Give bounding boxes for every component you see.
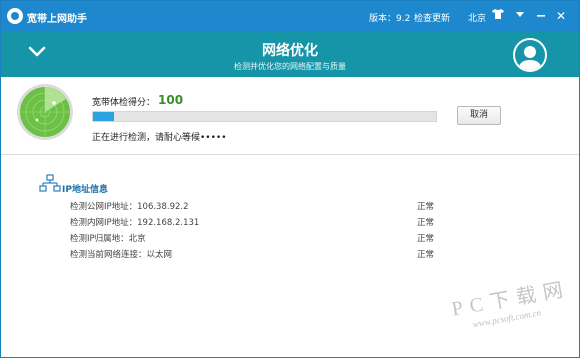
divider <box>1 154 579 155</box>
network-icon <box>39 174 61 192</box>
ip-info-row-label: 检测IP归属地：北京 <box>70 234 146 244</box>
page-subtitle: 检测并优化您的网络配置与质量 <box>234 62 346 71</box>
ip-info-row-status: 正常 <box>417 250 435 260</box>
city-label[interactable]: 北京 <box>468 11 486 24</box>
ip-section-title: IP地址信息 <box>62 185 108 195</box>
app-title: 宽带上网助手 <box>27 14 87 25</box>
page-title: 网络优化 <box>262 43 318 59</box>
watermark: PC下载网 www.pcsoft.com.cn <box>449 270 579 352</box>
shirt-icon-glyph <box>492 9 504 19</box>
app-logo-icon <box>7 8 23 24</box>
ip-info-row-status: 正常 <box>417 218 435 228</box>
title-bar: 宽带上网助手 版本：9.2 检查更新 北京 ✕ <box>1 1 579 31</box>
ip-info-row-label: 检测当前网络连接：以太网 <box>70 250 173 260</box>
ip-info-row-label: 检测内网IP地址：192.168.2.131 <box>70 218 200 228</box>
ip-info-row-status: 正常 <box>417 202 435 212</box>
score-value: 100 <box>158 93 184 107</box>
scan-progress-bar <box>92 111 437 122</box>
page-header: 网络优化 检测并优化您的网络配置与质量 <box>1 31 579 77</box>
radar-scan-icon <box>17 84 73 140</box>
scan-status-text: 正在进行检测，请耐心等候••••• <box>92 133 227 143</box>
ip-info-row-status: 正常 <box>417 234 435 244</box>
version-label: 版本：9.2 <box>369 14 411 24</box>
score-label: 宽带体检得分： <box>92 98 156 108</box>
app-window: 宽带上网助手 版本：9.2 检查更新 北京 ✕ 网络优化 检测并优化您的网络配置… <box>0 0 580 358</box>
check-update-button[interactable]: 检查更新 <box>414 11 450 24</box>
avatar[interactable] <box>513 38 547 72</box>
cancel-button[interactable]: 取消 <box>457 106 501 125</box>
minimize-icon[interactable] <box>534 9 548 23</box>
chevron-down-glyph <box>516 12 524 17</box>
scan-progress-fill <box>93 112 114 121</box>
ip-info-row-label: 检测公网IP地址：106.38.92.2 <box>70 202 189 212</box>
minimize-glyph <box>537 15 545 17</box>
chevron-down-icon[interactable] <box>513 9 527 23</box>
close-icon[interactable]: ✕ <box>554 9 568 23</box>
shirt-icon[interactable] <box>491 9 505 23</box>
